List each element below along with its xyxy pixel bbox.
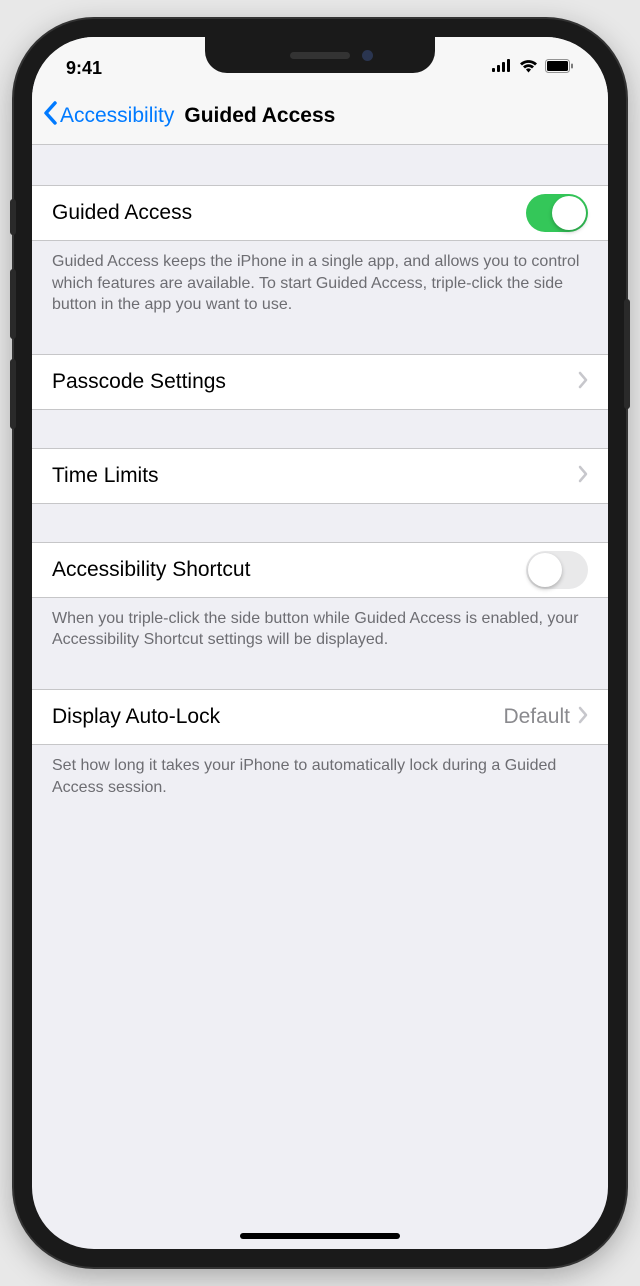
navigation-bar: Accessibility Guided Access: [32, 87, 608, 145]
chevron-right-icon: [578, 463, 588, 489]
chevron-left-icon: [42, 101, 58, 131]
back-label: Accessibility: [60, 104, 174, 128]
cellular-icon: [492, 59, 512, 77]
wifi-icon: [519, 59, 538, 78]
home-indicator[interactable]: [240, 1233, 400, 1239]
guided-access-footer: Guided Access keeps the iPhone in a sing…: [32, 241, 608, 316]
toggle-knob: [528, 553, 562, 587]
battery-icon: [545, 59, 574, 78]
speaker-grille: [290, 52, 350, 59]
settings-content: Guided Access Guided Access keeps the iP…: [32, 145, 608, 798]
accessibility-shortcut-toggle[interactable]: [526, 551, 588, 589]
status-icons: [492, 59, 574, 78]
accessibility-shortcut-row[interactable]: Accessibility Shortcut: [32, 542, 608, 598]
page-title: Guided Access: [184, 104, 335, 128]
display-auto-lock-value: Default: [503, 705, 570, 729]
accessibility-shortcut-label: Accessibility Shortcut: [52, 558, 526, 582]
mute-switch: [10, 199, 16, 235]
chevron-right-icon: [578, 369, 588, 395]
status-time: 9:41: [66, 58, 166, 79]
side-button: [624, 299, 630, 409]
passcode-settings-row[interactable]: Passcode Settings: [32, 354, 608, 410]
passcode-settings-label: Passcode Settings: [52, 370, 578, 394]
volume-down-button: [10, 359, 16, 429]
display-auto-lock-row[interactable]: Display Auto-Lock Default: [32, 689, 608, 745]
display-auto-lock-label: Display Auto-Lock: [52, 705, 503, 729]
volume-up-button: [10, 269, 16, 339]
guided-access-row[interactable]: Guided Access: [32, 185, 608, 241]
time-limits-row[interactable]: Time Limits: [32, 448, 608, 504]
time-limits-label: Time Limits: [52, 464, 578, 488]
guided-access-label: Guided Access: [52, 201, 526, 225]
chevron-right-icon: [578, 704, 588, 730]
display-auto-lock-footer: Set how long it takes your iPhone to aut…: [32, 745, 608, 798]
guided-access-toggle[interactable]: [526, 194, 588, 232]
toggle-knob: [552, 196, 586, 230]
screen: 9:41 Accessibility Guided Acces: [32, 37, 608, 1249]
iphone-device-frame: 9:41 Accessibility Guided Acces: [14, 19, 626, 1267]
notch: [205, 37, 435, 73]
accessibility-shortcut-footer: When you triple-click the side button wh…: [32, 598, 608, 651]
back-button[interactable]: Accessibility: [42, 101, 174, 131]
front-camera: [362, 50, 373, 61]
